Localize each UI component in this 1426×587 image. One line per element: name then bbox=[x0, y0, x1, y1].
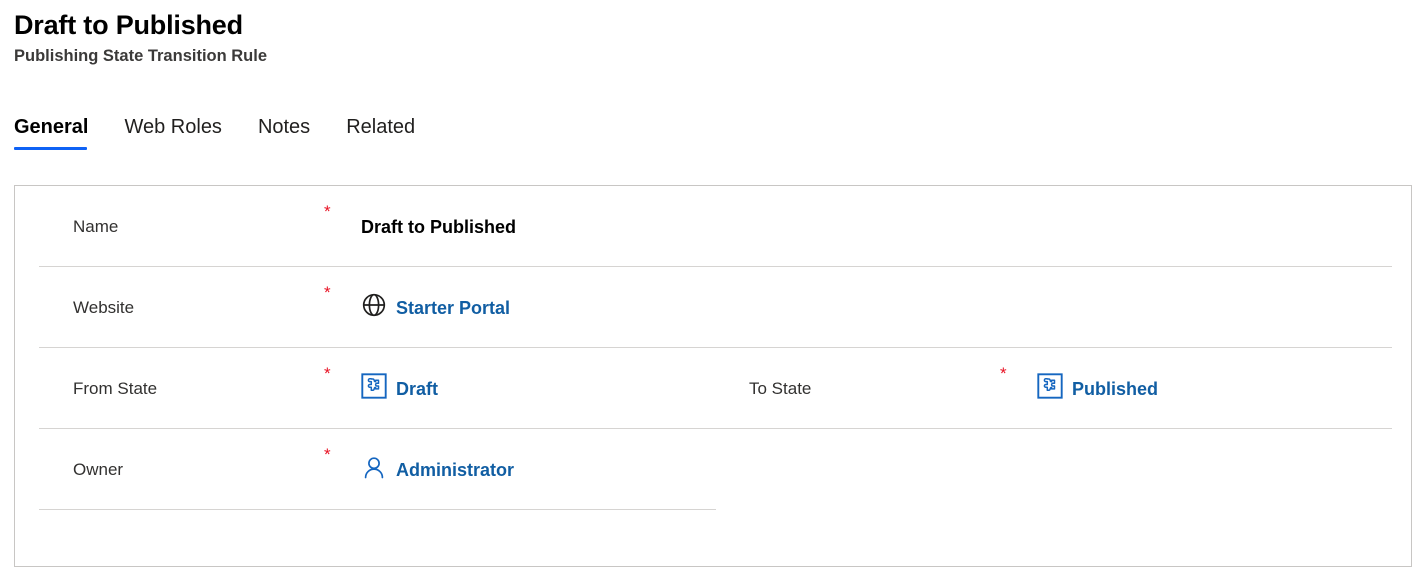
general-form-card: Name * Draft to Published Website * Star… bbox=[14, 185, 1412, 567]
value-container: Starter Portal bbox=[361, 292, 510, 323]
required-indicator-owner: * bbox=[324, 445, 331, 465]
field-label-from-state: From State bbox=[73, 348, 157, 429]
required-asterisk: * bbox=[324, 202, 331, 221]
website-value-link[interactable]: Starter Portal bbox=[396, 296, 510, 320]
page-subtitle: Publishing State Transition Rule bbox=[14, 47, 268, 65]
label-text: From State bbox=[73, 378, 158, 398]
page-header: Draft to Published Publishing State Tran… bbox=[14, 8, 1414, 67]
tab-general[interactable]: General bbox=[14, 114, 88, 150]
required-indicator-from-state: * bbox=[324, 364, 331, 384]
field-label-to-state: To State bbox=[749, 348, 811, 429]
tab-notes[interactable]: Notes bbox=[258, 114, 310, 150]
field-value-to-state: Published bbox=[1037, 348, 1158, 429]
field-label-website: Website bbox=[73, 267, 134, 348]
entity-puzzle-icon bbox=[361, 373, 387, 404]
field-value-website: Starter Portal bbox=[361, 267, 510, 348]
tab-bar: General Web Roles Notes Related bbox=[14, 114, 415, 154]
value-container: Draft to Published bbox=[361, 215, 516, 239]
form-row-name: Name * Draft to Published bbox=[15, 186, 1411, 267]
to-state-value-link[interactable]: Published bbox=[1072, 377, 1158, 401]
required-indicator-name: * bbox=[324, 202, 331, 222]
entity-puzzle-icon bbox=[1037, 373, 1063, 404]
label-text: Name bbox=[73, 216, 119, 236]
tab-label: Notes bbox=[257, 116, 311, 138]
required-indicator-to-state: * bbox=[1000, 364, 1007, 384]
person-icon bbox=[361, 454, 387, 485]
field-value-name: Draft to Published bbox=[361, 186, 516, 267]
tab-web-roles[interactable]: Web Roles bbox=[124, 114, 221, 150]
globe-icon bbox=[361, 292, 387, 323]
form-row-owner: Owner * Administrator bbox=[15, 429, 1411, 510]
required-asterisk: * bbox=[324, 445, 331, 464]
required-asterisk: * bbox=[324, 364, 331, 383]
tab-label: Web Roles bbox=[124, 116, 222, 138]
label-text: Website bbox=[73, 297, 135, 317]
required-indicator-website: * bbox=[324, 283, 331, 303]
required-asterisk: * bbox=[324, 283, 331, 302]
tab-label: Related bbox=[346, 116, 416, 138]
form-row-states: From State * Draft To State * Published bbox=[15, 348, 1411, 429]
label-text: Owner bbox=[73, 459, 124, 479]
tab-related[interactable]: Related bbox=[346, 114, 415, 150]
owner-value-link[interactable]: Administrator bbox=[396, 458, 514, 482]
field-value-owner: Administrator bbox=[361, 429, 514, 510]
value-container: Published bbox=[1037, 373, 1158, 404]
from-state-value-link[interactable]: Draft bbox=[396, 377, 438, 401]
field-label-name: Name bbox=[73, 186, 118, 267]
name-value-text[interactable]: Draft to Published bbox=[361, 215, 516, 239]
value-container: Draft bbox=[361, 373, 438, 404]
value-container: Administrator bbox=[361, 454, 514, 485]
label-text: To State bbox=[749, 378, 812, 398]
form-row-website: Website * Starter Portal bbox=[15, 267, 1411, 348]
field-value-from-state: Draft bbox=[361, 348, 438, 429]
page-title: Draft to Published bbox=[14, 10, 243, 40]
required-asterisk: * bbox=[1000, 364, 1007, 383]
field-label-owner: Owner bbox=[73, 429, 123, 510]
tab-label: General bbox=[14, 116, 89, 138]
